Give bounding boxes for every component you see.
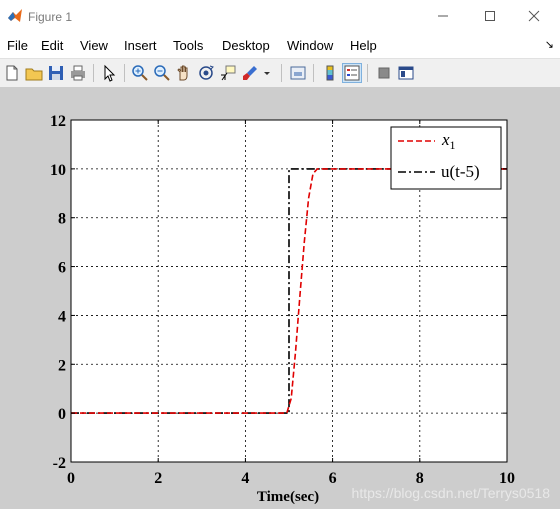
- rotate-3d-icon: [199, 65, 214, 80]
- x-axis-label: Time(sec): [257, 489, 319, 505]
- pan-button[interactable]: [174, 63, 194, 83]
- toolbar-separator: [313, 64, 314, 82]
- open-file-icon: [25, 68, 43, 81]
- data-cursor-button[interactable]: [218, 63, 238, 83]
- brush-button[interactable]: [240, 63, 260, 83]
- pointer-button[interactable]: [99, 63, 119, 83]
- brush-icon: [243, 66, 257, 80]
- y-tick-label: 6: [58, 260, 66, 277]
- menu-insert[interactable]: Insert: [124, 38, 157, 53]
- zoom-out-button[interactable]: [152, 63, 172, 83]
- menu-edit[interactable]: Edit: [41, 38, 63, 53]
- link-plot-button[interactable]: [288, 63, 308, 83]
- link-plot-icon: [290, 66, 306, 80]
- pan-hand-icon: [177, 65, 188, 81]
- open-file-button[interactable]: [24, 63, 44, 83]
- figure-canvas: 0 2 4 6 8 10 -2 0 2 4 6 8 10 12 Time(sec) x1 u(t-5) h…: [0, 87, 560, 509]
- legend-label-u: u(t-5): [441, 162, 480, 181]
- menu-window[interactable]: Window: [287, 38, 333, 53]
- menu-help[interactable]: Help: [350, 38, 377, 53]
- save-button[interactable]: [46, 63, 66, 83]
- maximize-button[interactable]: [477, 6, 503, 28]
- zoom-in-button[interactable]: [130, 63, 150, 83]
- close-button[interactable]: [521, 6, 547, 28]
- y-tick-label: 0: [58, 406, 66, 423]
- y-tick-label: 4: [58, 308, 66, 325]
- toolbar-separator: [281, 64, 282, 82]
- data-cursor-icon: [221, 65, 236, 81]
- toolbar-separator: [367, 64, 368, 82]
- window-title: Figure 1: [28, 10, 73, 24]
- figure-toolbar: [0, 58, 560, 88]
- menu-tools[interactable]: Tools: [173, 38, 203, 53]
- rotate-3d-button[interactable]: [196, 63, 216, 83]
- chevron-down-icon: [264, 72, 270, 75]
- new-figure-button[interactable]: [2, 63, 22, 83]
- legend-icon: [344, 65, 360, 81]
- toolbar-separator: [93, 64, 94, 82]
- menu-desktop[interactable]: Desktop: [222, 38, 270, 53]
- menu-overflow-arrow-icon[interactable]: ↘: [545, 38, 554, 51]
- pointer-icon: [104, 64, 116, 82]
- x-tick-label: 6: [329, 470, 337, 487]
- y-tick-label: 12: [50, 113, 66, 130]
- brush-dropdown-button[interactable]: [262, 63, 272, 83]
- minimize-icon: [438, 15, 448, 17]
- menu-bar: File Edit View Insert Tools Desktop Wind…: [0, 34, 560, 58]
- hide-plot-tools-icon: [378, 67, 390, 79]
- show-plot-tools-icon: [398, 66, 414, 80]
- matlab-logo-icon: [8, 9, 22, 22]
- watermark-text: https://blog.csdn.net/Terrys0518: [351, 485, 550, 501]
- new-figure-icon: [6, 65, 18, 81]
- menu-view[interactable]: View: [80, 38, 108, 53]
- x-tick-label: 2: [154, 470, 162, 487]
- line-chart: 0 2 4 6 8 10-2024681012 Time(sec) x1 u(t-5): [50, 113, 515, 505]
- title-bar: Figure 1: [0, 0, 560, 34]
- legend-button[interactable]: [342, 63, 362, 83]
- zoom-out-icon: [154, 65, 170, 81]
- colorbar-icon: [326, 65, 334, 81]
- menu-file[interactable]: File: [7, 38, 28, 53]
- zoom-in-icon: [132, 65, 148, 81]
- y-tick-label: 8: [58, 211, 66, 228]
- close-icon: [528, 10, 540, 22]
- y-tick-label: -2: [53, 455, 66, 472]
- print-icon: [71, 65, 85, 81]
- minimize-button[interactable]: [430, 6, 456, 28]
- colorbar-button[interactable]: [320, 63, 340, 83]
- legend[interactable]: x1 u(t-5): [390, 126, 502, 190]
- toolbar-separator: [124, 64, 125, 82]
- hide-plot-tools-button[interactable]: [374, 63, 394, 83]
- save-icon: [49, 66, 63, 80]
- y-tick-label: 2: [58, 357, 66, 374]
- x-tick-label: 0: [67, 470, 75, 487]
- maximize-icon: [485, 11, 495, 21]
- x-tick-label: 4: [241, 470, 249, 487]
- print-button[interactable]: [68, 63, 88, 83]
- y-tick-label: 10: [50, 162, 66, 179]
- show-plot-tools-button[interactable]: [396, 63, 416, 83]
